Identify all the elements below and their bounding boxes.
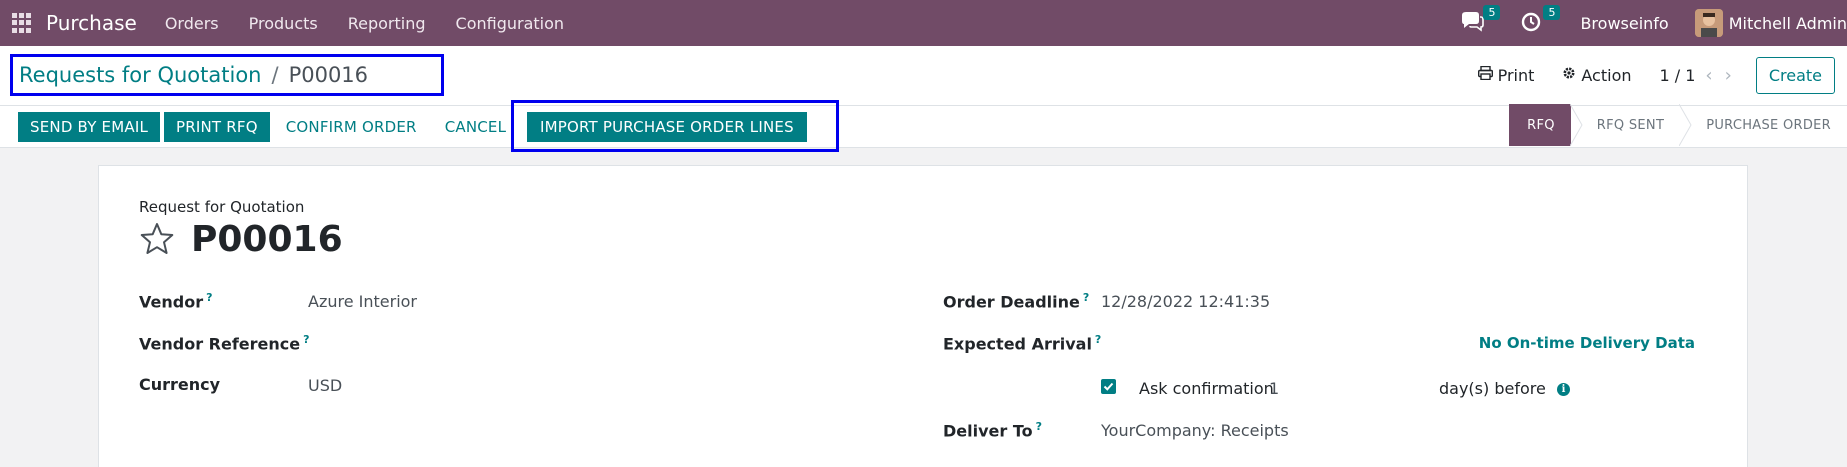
menu-products[interactable]: Products — [249, 14, 318, 33]
breadcrumb: Requests for Quotation / P00016 — [10, 54, 444, 96]
order-deadline-label: Order Deadline? — [943, 291, 1089, 311]
action-label: Action — [1581, 65, 1632, 85]
print-label: Print — [1497, 65, 1535, 85]
breadcrumb-current: P00016 — [288, 63, 369, 87]
document-type-label: Request for Quotation — [139, 198, 305, 216]
breadcrumb-parent-link[interactable]: Requests for Quotation — [19, 63, 261, 87]
stage-purchase-order[interactable]: PURCHASE ORDER — [1679, 104, 1847, 146]
pager-value[interactable]: 1 / 1 — [1660, 66, 1696, 85]
checkmark-icon — [1103, 382, 1114, 391]
top-navbar: Purchase Orders Products Reporting Confi… — [0, 0, 1847, 46]
expected-arrival-label-text: Expected Arrival — [943, 334, 1092, 354]
stage-rfq[interactable]: RFQ — [1509, 104, 1571, 146]
help-mark[interactable]: ? — [1036, 420, 1042, 433]
confirm-order-button[interactable]: CONFIRM ORDER — [274, 112, 429, 142]
ask-confirmation-days-field[interactable]: 1 — [1269, 379, 1279, 398]
deliver-to-label: Deliver To? — [943, 420, 1042, 440]
chevron-right-icon[interactable]: › — [1725, 65, 1732, 86]
printer-icon — [1477, 65, 1493, 84]
order-deadline-label-text: Order Deadline — [943, 292, 1080, 312]
menu-orders[interactable]: Orders — [165, 14, 219, 33]
stage-rfq-label: RFQ — [1527, 117, 1555, 133]
app-menu-icon[interactable] — [12, 13, 32, 33]
print-rfq-button[interactable]: PRINT RFQ — [164, 112, 270, 142]
vendor-label-text: Vendor — [139, 292, 204, 312]
action-button[interactable]: Action — [1562, 65, 1632, 85]
stage-rfq-sent-label: RFQ SENT — [1596, 117, 1665, 133]
deliver-to-label-text: Deliver To — [943, 421, 1033, 441]
print-button[interactable]: Print — [1477, 65, 1535, 85]
info-icon[interactable]: i — [1557, 383, 1570, 396]
messages-icon[interactable]: 5 — [1460, 5, 1501, 35]
star-icon[interactable] — [139, 221, 175, 257]
activities-badge: 5 — [1543, 5, 1561, 20]
gear-icon — [1562, 66, 1576, 84]
send-by-email-button[interactable]: SEND BY EMAIL — [18, 112, 161, 142]
breadcrumb-separator: / — [271, 63, 279, 87]
status-bar: RFQ RFQ SENT PURCHASE ORDER — [1509, 104, 1847, 146]
expected-arrival-field[interactable] — [1101, 333, 1401, 355]
menu-reporting[interactable]: Reporting — [348, 14, 426, 33]
stage-rfq-sent[interactable]: RFQ SENT — [1569, 104, 1680, 146]
document-name: P00016 — [191, 219, 343, 260]
company-switcher[interactable]: Browseinfo — [1580, 14, 1668, 33]
currency-field[interactable]: USD — [308, 376, 342, 395]
user-name: Mitchell Admin — [1728, 13, 1847, 33]
ask-confirmation-label: Ask confirmation — [1139, 379, 1274, 398]
vendor-field[interactable]: Azure Interior — [308, 292, 417, 311]
vendor-reference-field[interactable] — [308, 333, 808, 355]
ask-confirmation-checkbox[interactable] — [1101, 379, 1116, 394]
messages-badge: 5 — [1483, 5, 1501, 20]
user-menu[interactable]: Mitchell Admin — [1694, 9, 1847, 37]
activity-clock-icon[interactable]: 5 — [1520, 5, 1561, 35]
on-time-delivery-link[interactable]: No On-time Delivery Data — [1479, 334, 1695, 352]
app-name[interactable]: Purchase — [46, 11, 137, 35]
deliver-to-field[interactable]: YourCompany: Receipts — [1101, 421, 1289, 440]
days-before-label: day(s) before — [1439, 379, 1546, 398]
vendor-reference-label: Vendor Reference? — [139, 333, 310, 353]
currency-label-text: Currency — [139, 375, 221, 394]
avatar — [1694, 9, 1723, 37]
menu-configuration[interactable]: Configuration — [456, 14, 565, 33]
chevron-left-icon[interactable]: ‹ — [1705, 65, 1712, 86]
help-mark[interactable]: ? — [206, 291, 212, 304]
currency-label: Currency — [139, 375, 220, 394]
cancel-button[interactable]: CANCEL — [429, 112, 518, 142]
order-deadline-field[interactable]: 12/28/2022 12:41:35 — [1101, 292, 1270, 311]
expected-arrival-label: Expected Arrival? — [943, 333, 1101, 353]
import-purchase-order-lines-button[interactable]: IMPORT PURCHASE ORDER LINES — [527, 112, 807, 142]
help-mark[interactable]: ? — [1083, 291, 1089, 304]
form-sheet: Request for Quotation P00016 Vendor? Azu… — [98, 165, 1748, 467]
vendor-label: Vendor? — [139, 291, 212, 311]
vendor-reference-label-text: Vendor Reference — [139, 334, 301, 354]
stage-separator — [1569, 104, 1583, 146]
stage-purchase-order-label: PURCHASE ORDER — [1706, 117, 1831, 133]
create-button[interactable]: Create — [1755, 56, 1835, 94]
stage-separator — [1679, 104, 1692, 146]
